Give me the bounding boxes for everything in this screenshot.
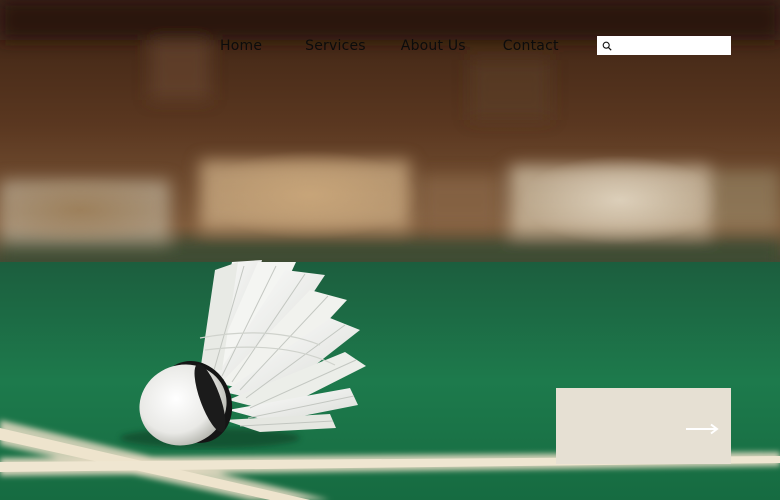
search-box [597, 36, 731, 55]
nav-contact-link[interactable]: Contact [503, 38, 559, 54]
search-icon[interactable] [600, 39, 613, 53]
nav-home-link[interactable]: Home [220, 38, 262, 54]
landing-page: Home Services About Us Contact [0, 0, 780, 500]
cta-button[interactable] [556, 388, 731, 464]
arrow-right-icon [685, 420, 719, 439]
main-nav: Home Services About Us Contact [220, 38, 559, 54]
nav-about-us-link[interactable]: About Us [401, 38, 466, 54]
search-input[interactable] [613, 37, 731, 54]
nav-services-link[interactable]: Services [305, 38, 366, 54]
